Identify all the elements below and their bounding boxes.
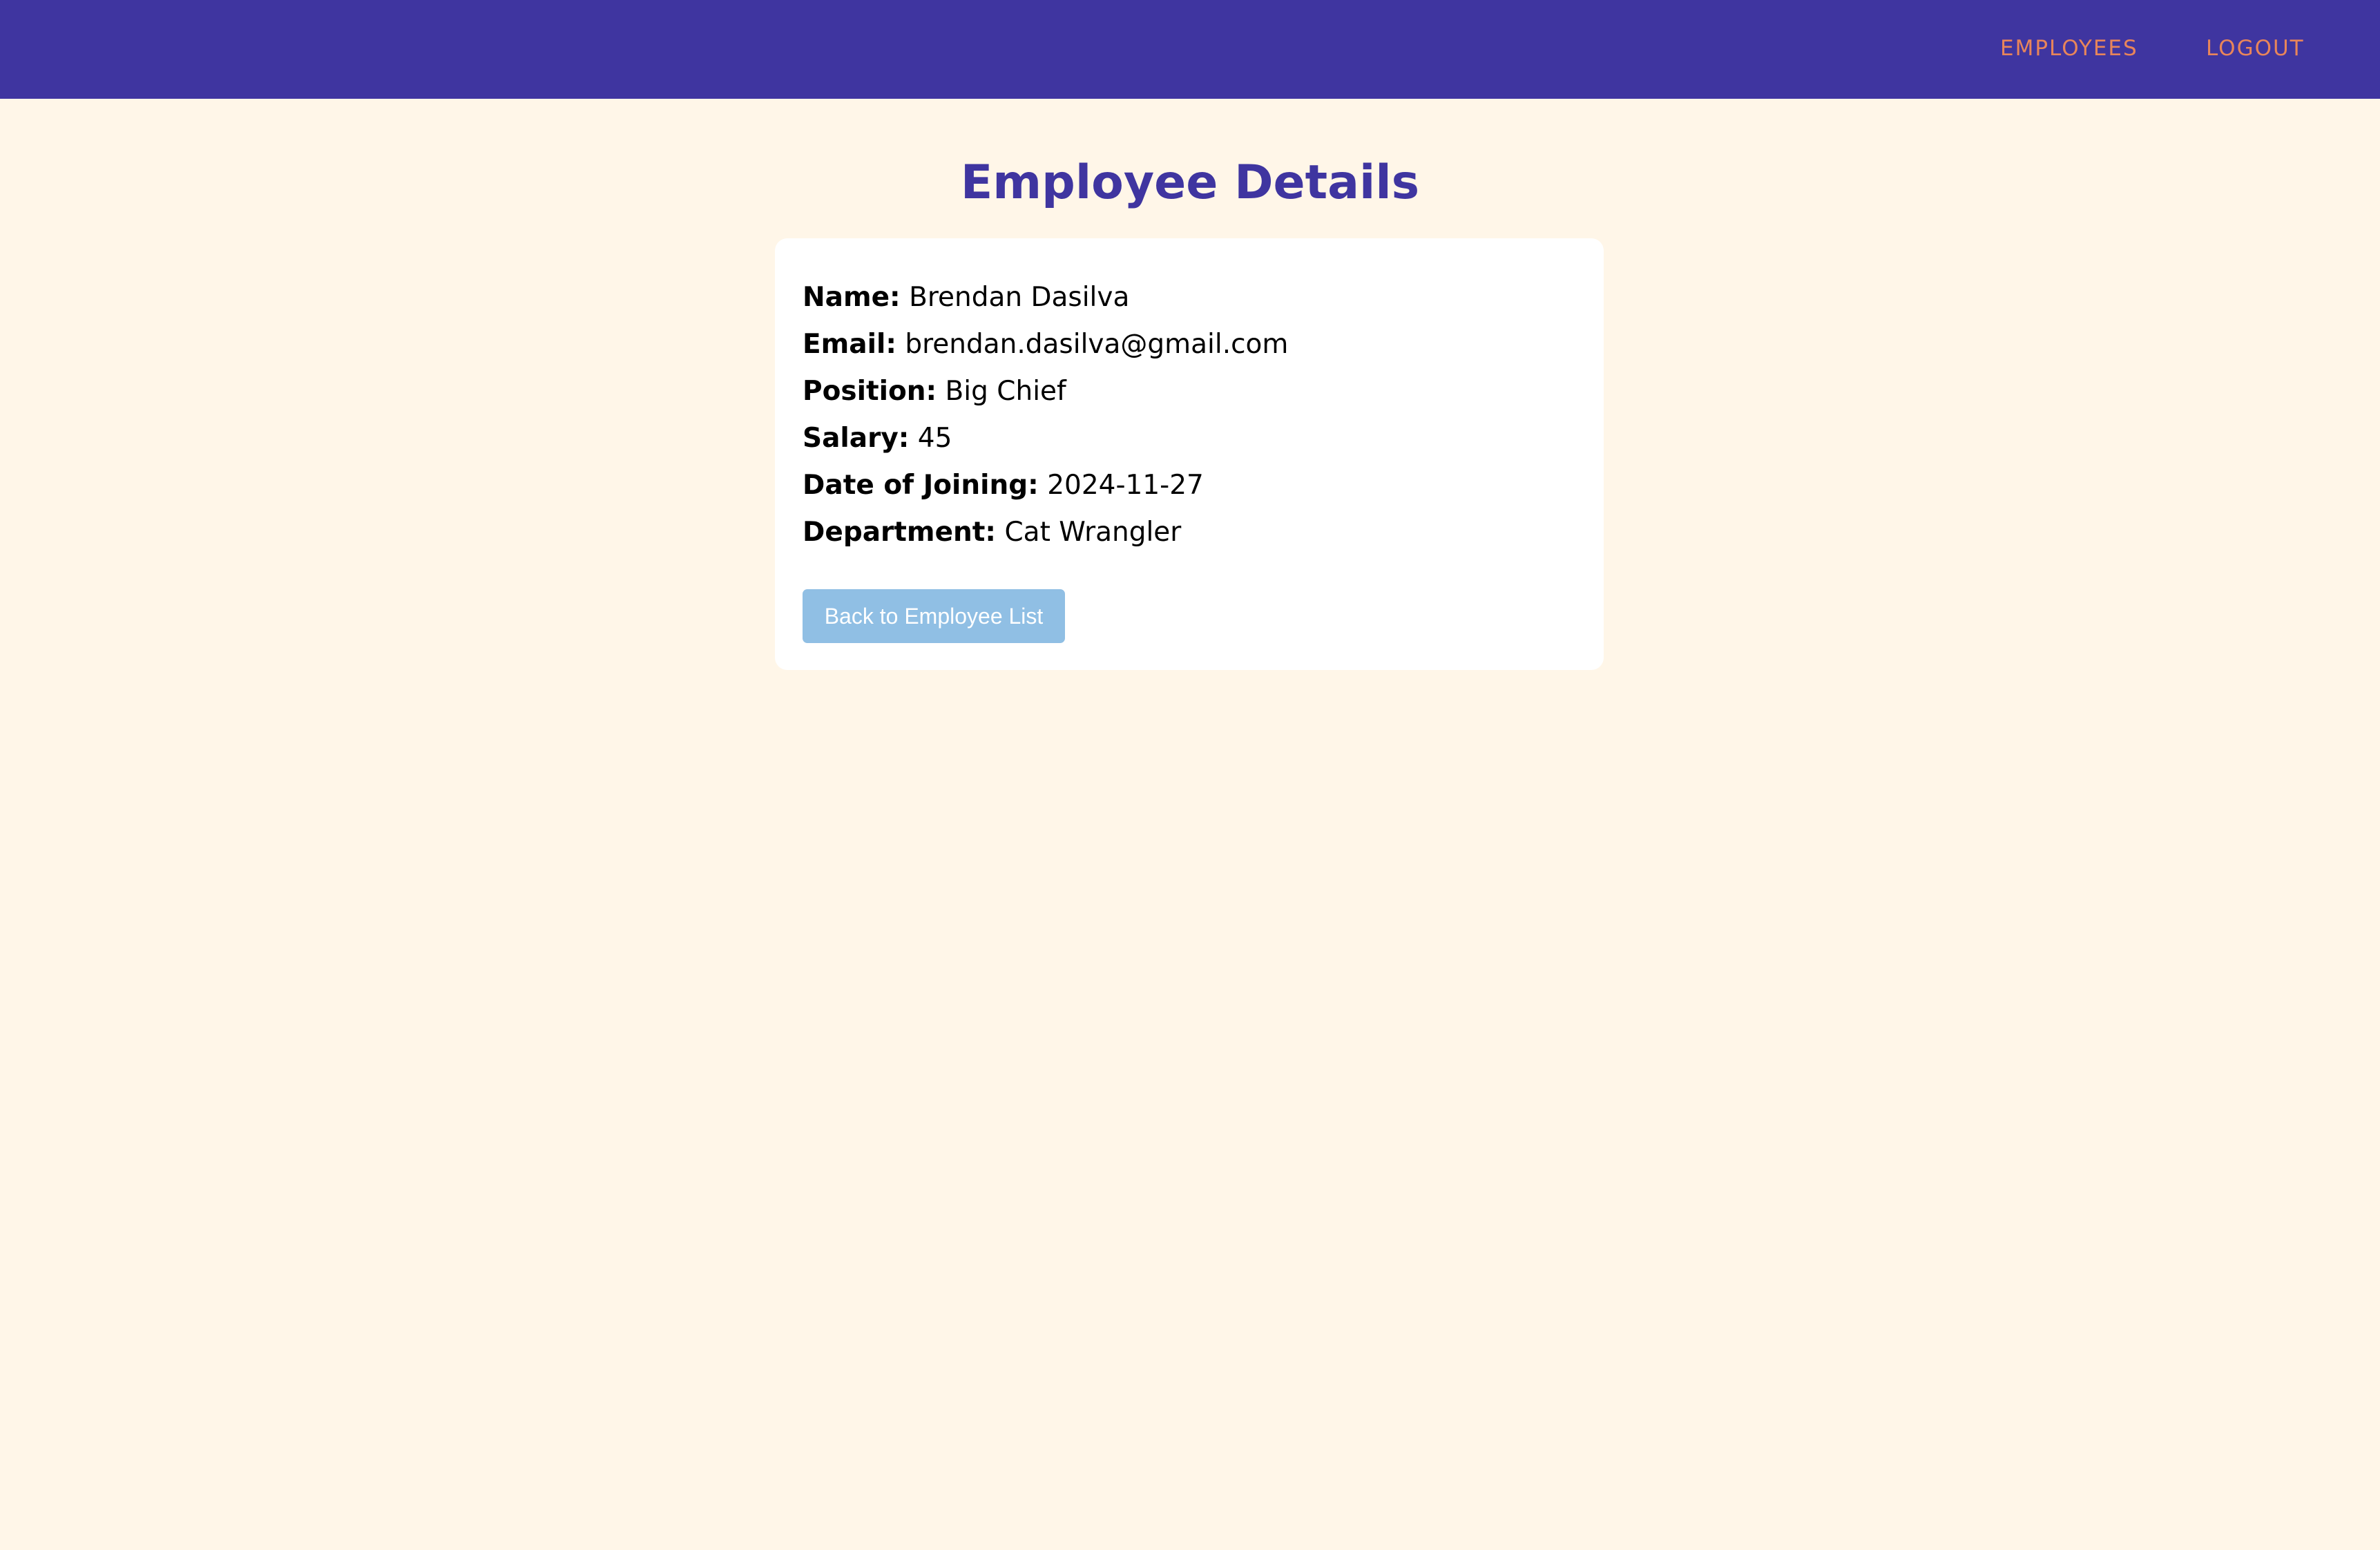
employee-details-card: Name: Brendan Dasilva Email: brendan.das…: [775, 238, 1604, 670]
date-of-joining-field: Date of Joining: 2024-11-27: [803, 466, 1204, 505]
email-label: Email:: [803, 329, 896, 360]
name-label: Name:: [803, 282, 901, 313]
date-of-joining-value: 2024-11-27: [1047, 470, 1204, 501]
department-label: Department:: [803, 517, 997, 548]
salary-field: Salary: 45: [803, 419, 952, 458]
page-title: Employee Details: [960, 155, 1420, 210]
name-field: Name: Brendan Dasilva: [803, 278, 1129, 317]
date-of-joining-label: Date of Joining:: [803, 470, 1039, 501]
back-to-employee-list-button[interactable]: Back to Employee List: [803, 589, 1065, 643]
department-field: Department: Cat Wrangler: [803, 513, 1181, 552]
top-navbar: EMPLOYEES LOGOUT: [0, 0, 2380, 99]
salary-value: 45: [917, 423, 952, 454]
nav-logout-link[interactable]: LOGOUT: [2206, 33, 2305, 64]
department-value: Cat Wrangler: [1004, 517, 1182, 548]
name-value: Brendan Dasilva: [909, 282, 1130, 313]
email-field: Email: brendan.dasilva@gmail.com: [803, 325, 1288, 364]
salary-label: Salary:: [803, 423, 910, 454]
position-label: Position:: [803, 376, 937, 407]
email-value: brendan.dasilva@gmail.com: [905, 329, 1289, 360]
position-value: Big Chief: [945, 376, 1066, 407]
position-field: Position: Big Chief: [803, 372, 1066, 411]
nav-employees-link[interactable]: EMPLOYEES: [2000, 33, 2138, 64]
